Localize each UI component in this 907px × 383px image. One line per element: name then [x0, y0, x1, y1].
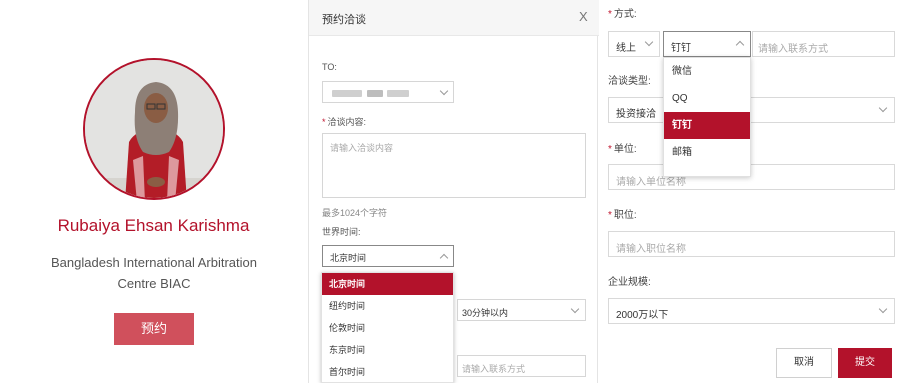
- duration-value: 30分钟以内: [462, 308, 509, 318]
- chevron-down-icon: [878, 103, 888, 113]
- contact-input[interactable]: 请输入联系方式: [457, 355, 586, 377]
- type-value: 投资接洽: [616, 109, 656, 120]
- modal-title: 预约洽谈: [322, 14, 366, 26]
- recipient-select[interactable]: [322, 81, 454, 103]
- org-line-1: Bangladesh International Arbitration: [51, 255, 257, 270]
- chevron-down-icon: [570, 304, 580, 314]
- chevron-down-icon: [439, 86, 449, 96]
- timezone-option[interactable]: 纽约时间: [322, 295, 453, 317]
- contact-type-value: 钉钉: [671, 43, 691, 54]
- scale-select[interactable]: 2000万以下: [608, 298, 895, 324]
- redacted-text: [367, 90, 383, 97]
- position-label: * 职位:: [608, 210, 637, 221]
- timezone-option[interactable]: 首尔时间: [322, 361, 453, 383]
- booking-modal: 预约洽谈 X TO: * 洽谈内容: 请输入洽谈内容 最多1024个字符 世界时间…: [308, 0, 599, 383]
- online-value: 线上: [616, 43, 636, 54]
- contact-type-select[interactable]: 钉钉: [663, 31, 751, 57]
- contact-placeholder: 请输入联系方式: [462, 364, 526, 374]
- char-limit-hint: 最多1024个字符: [322, 208, 388, 218]
- world-time-value: 北京时间: [330, 253, 367, 263]
- chevron-down-icon: [878, 304, 888, 314]
- type-label: 洽谈类型:: [608, 76, 651, 87]
- content-placeholder: 请输入洽谈内容: [330, 143, 394, 153]
- avatar: [83, 58, 225, 200]
- timezone-option[interactable]: 北京时间: [322, 273, 453, 295]
- contact-type-option[interactable]: QQ: [664, 85, 750, 112]
- person-organization: Bangladesh International Arbitration Cen…: [28, 252, 280, 294]
- contact-type-option[interactable]: 微信: [664, 58, 750, 85]
- world-time-label: 世界时间:: [322, 227, 361, 237]
- redacted-text: [387, 90, 409, 97]
- world-time-select[interactable]: 北京时间: [322, 245, 454, 267]
- book-meeting-button[interactable]: 预约: [114, 313, 194, 345]
- type-select[interactable]: 投资接洽: [608, 97, 895, 123]
- chevron-up-icon: [439, 253, 449, 263]
- duration-select[interactable]: 30分钟以内: [457, 299, 586, 321]
- redacted-text: [332, 90, 362, 97]
- method-label: * 方式:: [608, 9, 637, 20]
- timezone-option[interactable]: 东京时间: [322, 339, 453, 361]
- chevron-up-icon: [735, 40, 745, 50]
- cancel-button[interactable]: 取消: [776, 348, 832, 378]
- timezone-dropdown: 北京时间 纽约时间 伦敦时间 东京时间 首尔时间: [321, 272, 454, 383]
- scale-value: 2000万以下: [616, 310, 669, 321]
- timezone-option[interactable]: 伦敦时间: [322, 317, 453, 339]
- online-select[interactable]: 线上: [608, 31, 660, 57]
- close-icon[interactable]: X: [579, 9, 588, 24]
- contact-type-option[interactable]: 钉钉: [664, 112, 750, 139]
- scale-label: 企业规模:: [608, 277, 651, 288]
- booking-form: * 方式: 线上 钉钉 请输入联系方式 洽谈类型: 投资接洽 * 单位: 请输入单位…: [599, 0, 907, 383]
- contact-type-option[interactable]: 邮箱: [664, 139, 750, 166]
- content-textarea[interactable]: 请输入洽谈内容: [322, 133, 586, 198]
- org-line-2: Centre BIAC: [117, 276, 191, 291]
- position-placeholder: 请输入职位名称: [616, 244, 686, 255]
- contact-input[interactable]: 请输入联系方式: [752, 31, 895, 57]
- contact-placeholder: 请输入联系方式: [758, 44, 828, 55]
- unit-label: * 单位:: [608, 144, 637, 155]
- chevron-down-icon: [644, 37, 654, 47]
- profile-card: Rubaiya Ehsan Karishma Bangladesh Intern…: [0, 0, 300, 383]
- content-label: * 洽谈内容:: [322, 117, 367, 127]
- submit-button[interactable]: 提交: [838, 348, 892, 378]
- unit-input[interactable]: 请输入单位名称: [608, 164, 895, 190]
- contact-type-dropdown: 微信 QQ 钉钉 邮箱: [663, 57, 751, 177]
- to-label: TO:: [322, 62, 337, 72]
- person-name: Rubaiya Ehsan Karishma: [57, 216, 250, 235]
- position-input[interactable]: 请输入职位名称: [608, 231, 895, 257]
